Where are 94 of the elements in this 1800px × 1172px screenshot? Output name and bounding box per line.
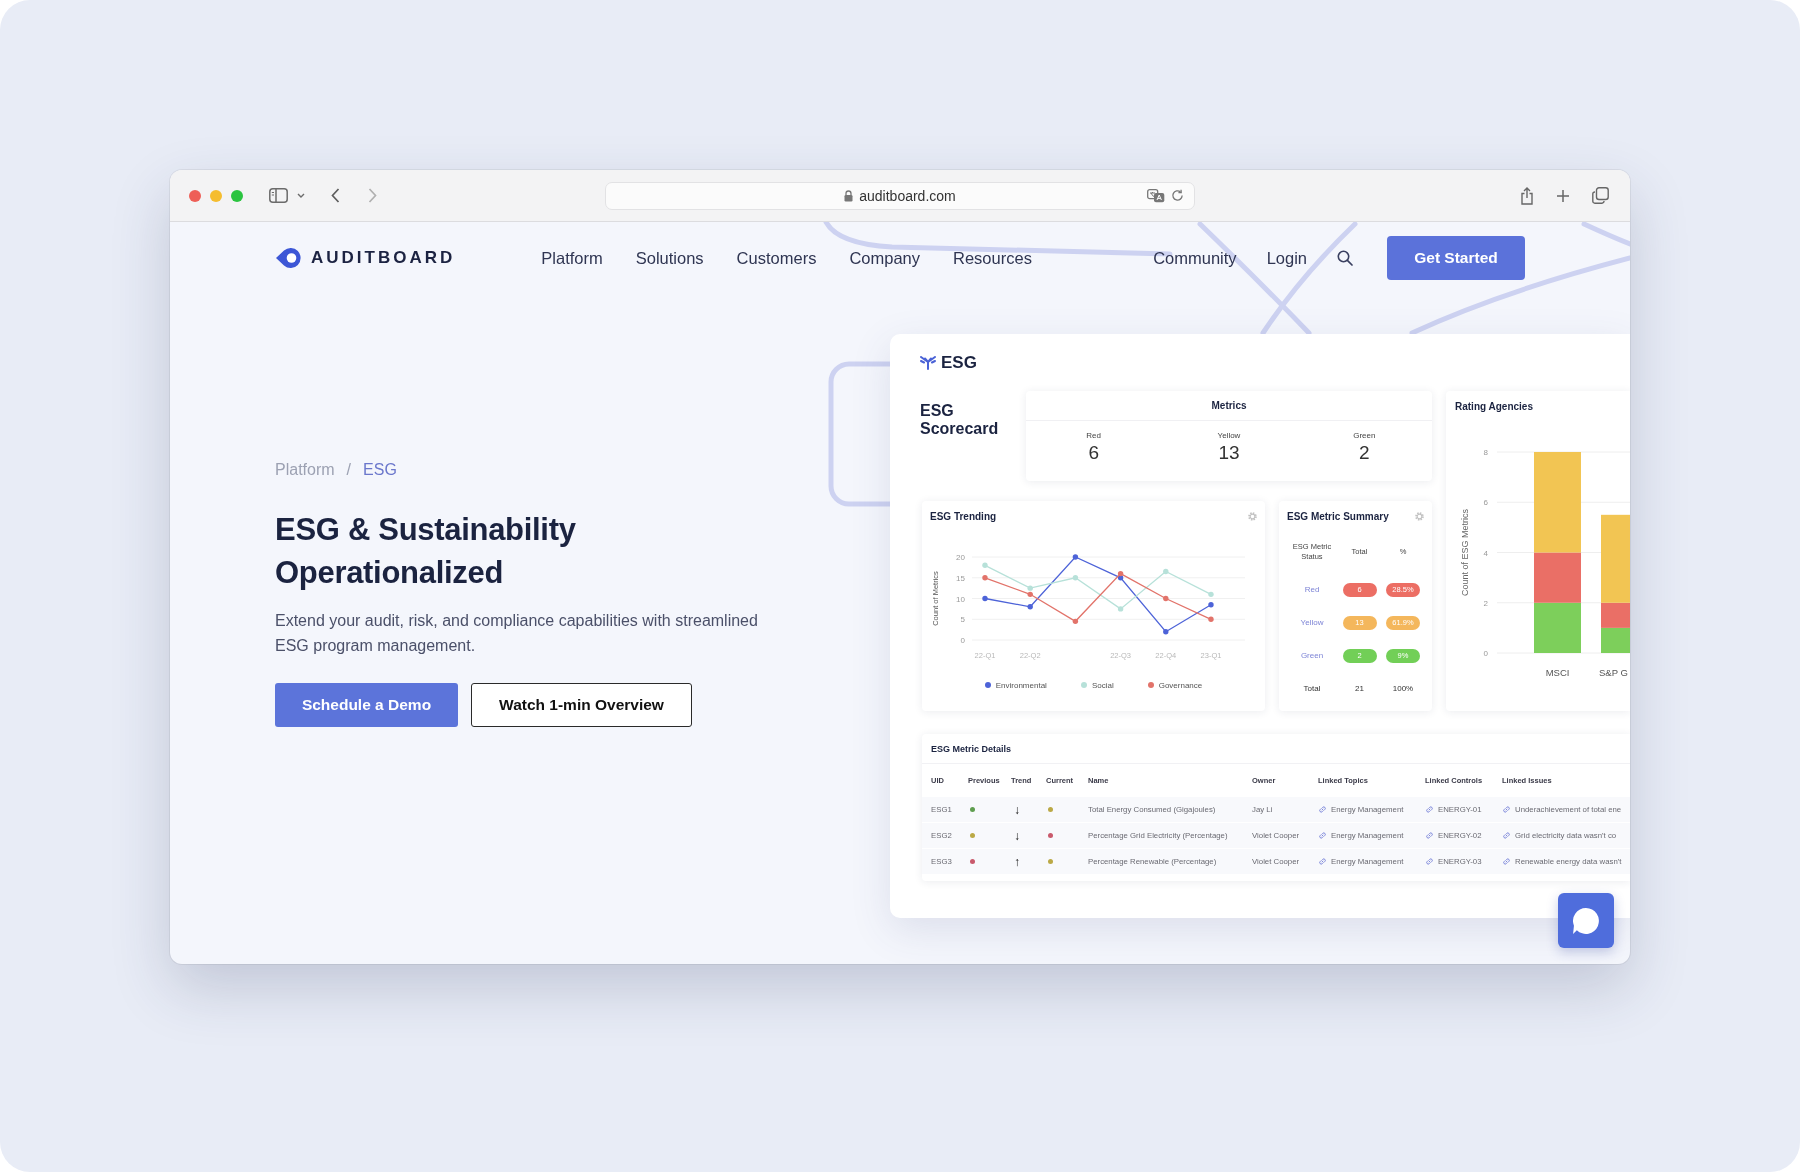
total-value: 21 xyxy=(1355,684,1364,693)
scorecard-title: ESG Scorecard xyxy=(920,401,1000,439)
link-icon xyxy=(1318,831,1327,840)
link-icon xyxy=(1318,805,1327,814)
chart-point xyxy=(1163,595,1169,602)
chart-point xyxy=(1163,568,1169,575)
axis-tick-label: 0 xyxy=(1483,649,1488,658)
get-started-button[interactable]: Get Started xyxy=(1387,236,1525,280)
category-label: S&P G xyxy=(1599,667,1628,678)
close-icon[interactable] xyxy=(189,189,201,202)
new-tab-icon[interactable] xyxy=(1556,188,1570,203)
card-title: ESG Metric Details xyxy=(922,734,1630,764)
metric-label: Red xyxy=(1086,431,1101,440)
card-title: Rating Agencies xyxy=(1454,399,1534,414)
metrics-title: Metrics xyxy=(1026,391,1432,421)
axis-tick-label: 15 xyxy=(956,573,965,583)
search-icon[interactable] xyxy=(1337,250,1353,266)
axis-tick-label: 2 xyxy=(1483,598,1488,608)
total-label: Total xyxy=(1303,684,1321,693)
legend-label: Environmental xyxy=(995,680,1047,690)
link-icon xyxy=(1425,857,1434,866)
card-title: ESG Metric Summary xyxy=(1287,510,1389,522)
chart-point xyxy=(1072,554,1079,560)
chart-point xyxy=(1072,575,1079,581)
tabs-overview-icon[interactable] xyxy=(1592,187,1609,204)
link-icon xyxy=(1425,831,1434,840)
chat-bubble-icon xyxy=(1572,906,1600,935)
breadcrumb-separator: / xyxy=(346,461,352,479)
total-percent: 100% xyxy=(1392,684,1414,693)
link-icon xyxy=(1502,831,1511,840)
esg-logo-icon xyxy=(920,356,936,370)
axis-tick-label: 20 xyxy=(956,553,965,562)
back-icon[interactable] xyxy=(331,188,340,203)
nav-link[interactable]: Solutions xyxy=(635,248,704,268)
metric-value: 2 xyxy=(1359,442,1370,464)
bar-segment xyxy=(1601,627,1630,653)
legend-label: Governance xyxy=(1158,680,1203,690)
chart-point xyxy=(1208,591,1214,598)
chart-point xyxy=(1072,618,1079,625)
link-icon xyxy=(1502,857,1511,866)
nav-link[interactable]: Resources xyxy=(953,248,1032,268)
status-label: Yellow xyxy=(1300,618,1324,627)
axis-tick-label: 10 xyxy=(956,594,965,604)
chart-point xyxy=(1208,602,1214,608)
address-bar[interactable]: auditboard.com xyxy=(605,181,1195,210)
nav-link[interactable]: Company xyxy=(849,248,920,268)
metric-value: 6 xyxy=(1088,442,1099,464)
watch-overview-button[interactable]: Watch 1-min Overview xyxy=(471,683,692,727)
chart-point xyxy=(982,575,988,581)
nav-link[interactable]: Community xyxy=(1153,248,1237,268)
axis-tick-label: 4 xyxy=(1483,548,1488,558)
card-title: ESG Trending xyxy=(930,510,997,522)
url-text: auditboard.com xyxy=(859,187,956,204)
share-icon[interactable] xyxy=(1520,186,1534,205)
sidebar-icon[interactable] xyxy=(269,188,288,203)
hero-description: Extend your audit, risk, and compliance capabilities with streamlined ESG program management. xyxy=(275,611,759,656)
legend-label: Social xyxy=(1091,680,1114,690)
trend-arrow: ↑ xyxy=(1013,854,1021,869)
chevron-down-icon[interactable] xyxy=(297,193,305,198)
metric-label: Green xyxy=(1353,431,1376,440)
chat-button[interactable] xyxy=(1558,893,1614,948)
nav-link[interactable]: Customers xyxy=(736,248,817,268)
status-label: Red xyxy=(1304,585,1320,594)
axis-tick-label: 8 xyxy=(1483,448,1488,457)
link-icon xyxy=(1425,805,1434,814)
nav-link[interactable]: Platform xyxy=(541,248,603,268)
breadcrumb-link[interactable]: ESG xyxy=(363,461,397,479)
logo-wordmark[interactable]: AUDITBOARD xyxy=(311,248,456,268)
chart-point xyxy=(1163,629,1169,635)
category-label: MSCI xyxy=(1545,667,1570,678)
chart-point xyxy=(1208,616,1214,622)
nav-link[interactable]: Login xyxy=(1266,248,1307,268)
dashboard-title: ESG xyxy=(941,353,977,373)
status-label: Green xyxy=(1300,651,1324,660)
translate-icon[interactable] xyxy=(1147,188,1165,203)
reload-icon[interactable] xyxy=(1171,189,1184,202)
chart-point xyxy=(982,562,988,568)
axis-label: Count of ESG Metrics xyxy=(1460,509,1470,596)
axis-tick-label: 6 xyxy=(1483,498,1488,508)
schedule-demo-button[interactable]: Schedule a Demo xyxy=(275,683,458,727)
link-icon xyxy=(1318,857,1327,866)
chart-point xyxy=(1117,606,1124,612)
axis-tick-label: 5 xyxy=(960,615,965,625)
axis-tick-label: 0 xyxy=(960,636,965,645)
metric-value: 13 xyxy=(1218,442,1240,464)
lock-icon xyxy=(844,189,854,202)
metric-label: Yellow xyxy=(1217,431,1241,440)
chart-point xyxy=(982,595,988,602)
trend-arrow: ↓ xyxy=(1013,802,1021,817)
link-icon xyxy=(1502,805,1511,814)
bar-segment xyxy=(1534,602,1581,653)
trend-arrow: ↓ xyxy=(1013,828,1021,843)
chart-point xyxy=(1027,604,1033,610)
hero-heading: ESG & Sustainability Operationalized xyxy=(275,511,577,592)
